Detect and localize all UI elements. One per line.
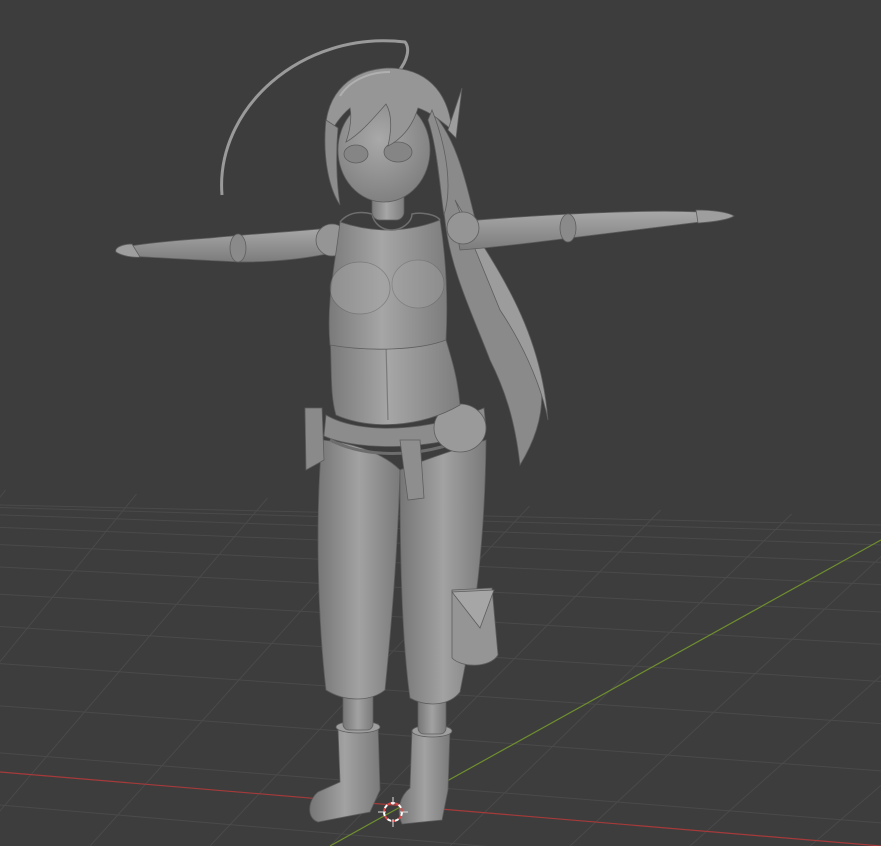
right-hand: [695, 209, 735, 224]
left-boot: [309, 723, 381, 823]
left-eye: [343, 144, 369, 164]
right-arm: [454, 210, 701, 251]
holster: [304, 407, 325, 471]
grid-line: [449, 513, 792, 846]
right-shoulder-joint: [446, 211, 480, 245]
grid-line: [0, 497, 268, 812]
hair-clip: [447, 87, 463, 139]
grid-line: [689, 675, 881, 846]
viewport-canvas[interactable]: [0, 0, 881, 846]
right-boot: [398, 727, 451, 825]
3d-viewport[interactable]: [0, 0, 881, 846]
grid-line: [0, 489, 6, 498]
left-pant-leg: [317, 439, 401, 700]
grid-line: [569, 556, 881, 846]
grid-line: [0, 493, 137, 663]
character-mesh[interactable]: [115, 39, 735, 825]
